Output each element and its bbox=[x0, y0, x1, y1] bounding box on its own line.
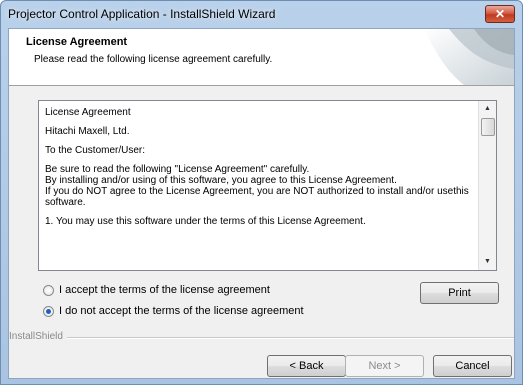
close-button[interactable]: ✕ bbox=[485, 5, 515, 23]
decline-label[interactable]: I do not accept the terms of the license… bbox=[59, 305, 304, 317]
footer-divider bbox=[9, 337, 514, 339]
license-paragraph: License Agreement bbox=[45, 107, 131, 118]
installshield-banner-graphic bbox=[424, 29, 514, 85]
back-button[interactable]: < Back bbox=[267, 355, 346, 377]
title-bar[interactable]: Projector Control Application - InstallS… bbox=[1, 1, 522, 27]
wizard-client-area: License Agreement Please read the follow… bbox=[8, 28, 515, 379]
license-paragraph: Be sure to read the following "License A… bbox=[45, 164, 469, 208]
cancel-button[interactable]: Cancel bbox=[433, 355, 512, 377]
next-button[interactable]: Next > bbox=[345, 355, 424, 377]
scroll-up-arrow-icon[interactable]: ▲ bbox=[479, 101, 496, 117]
page-subtitle: Please read the following license agreem… bbox=[34, 54, 273, 65]
close-icon: ✕ bbox=[494, 7, 506, 21]
accept-label[interactable]: I accept the terms of the license agreem… bbox=[59, 284, 270, 296]
license-text-box[interactable]: License Agreement Hitachi Maxell, Ltd. T… bbox=[38, 100, 497, 271]
window-title: Projector Control Application - InstallS… bbox=[8, 7, 276, 21]
scroll-down-arrow-icon[interactable]: ▼ bbox=[479, 254, 496, 270]
license-paragraph: 1. You may use this software under the t… bbox=[45, 216, 366, 227]
decline-radio[interactable] bbox=[43, 305, 54, 317]
license-scrollbar[interactable]: ▲ ▼ bbox=[478, 101, 496, 270]
scroll-thumb[interactable] bbox=[481, 118, 495, 136]
accept-radio[interactable] bbox=[43, 284, 54, 296]
license-paragraph: To the Customer/User: bbox=[45, 145, 146, 156]
accept-option[interactable]: I accept the terms of the license agreem… bbox=[43, 284, 270, 296]
decline-option[interactable]: I do not accept the terms of the license… bbox=[43, 305, 304, 317]
wizard-header: License Agreement Please read the follow… bbox=[9, 29, 514, 86]
installshield-brand-label: InstallShield bbox=[9, 331, 67, 342]
license-paragraph: Hitachi Maxell, Ltd. bbox=[45, 126, 130, 137]
license-text: License Agreement Hitachi Maxell, Ltd. T… bbox=[45, 107, 475, 235]
print-button[interactable]: Print bbox=[420, 282, 499, 304]
page-title: License Agreement bbox=[26, 36, 128, 48]
installer-window: Projector Control Application - InstallS… bbox=[0, 0, 523, 385]
